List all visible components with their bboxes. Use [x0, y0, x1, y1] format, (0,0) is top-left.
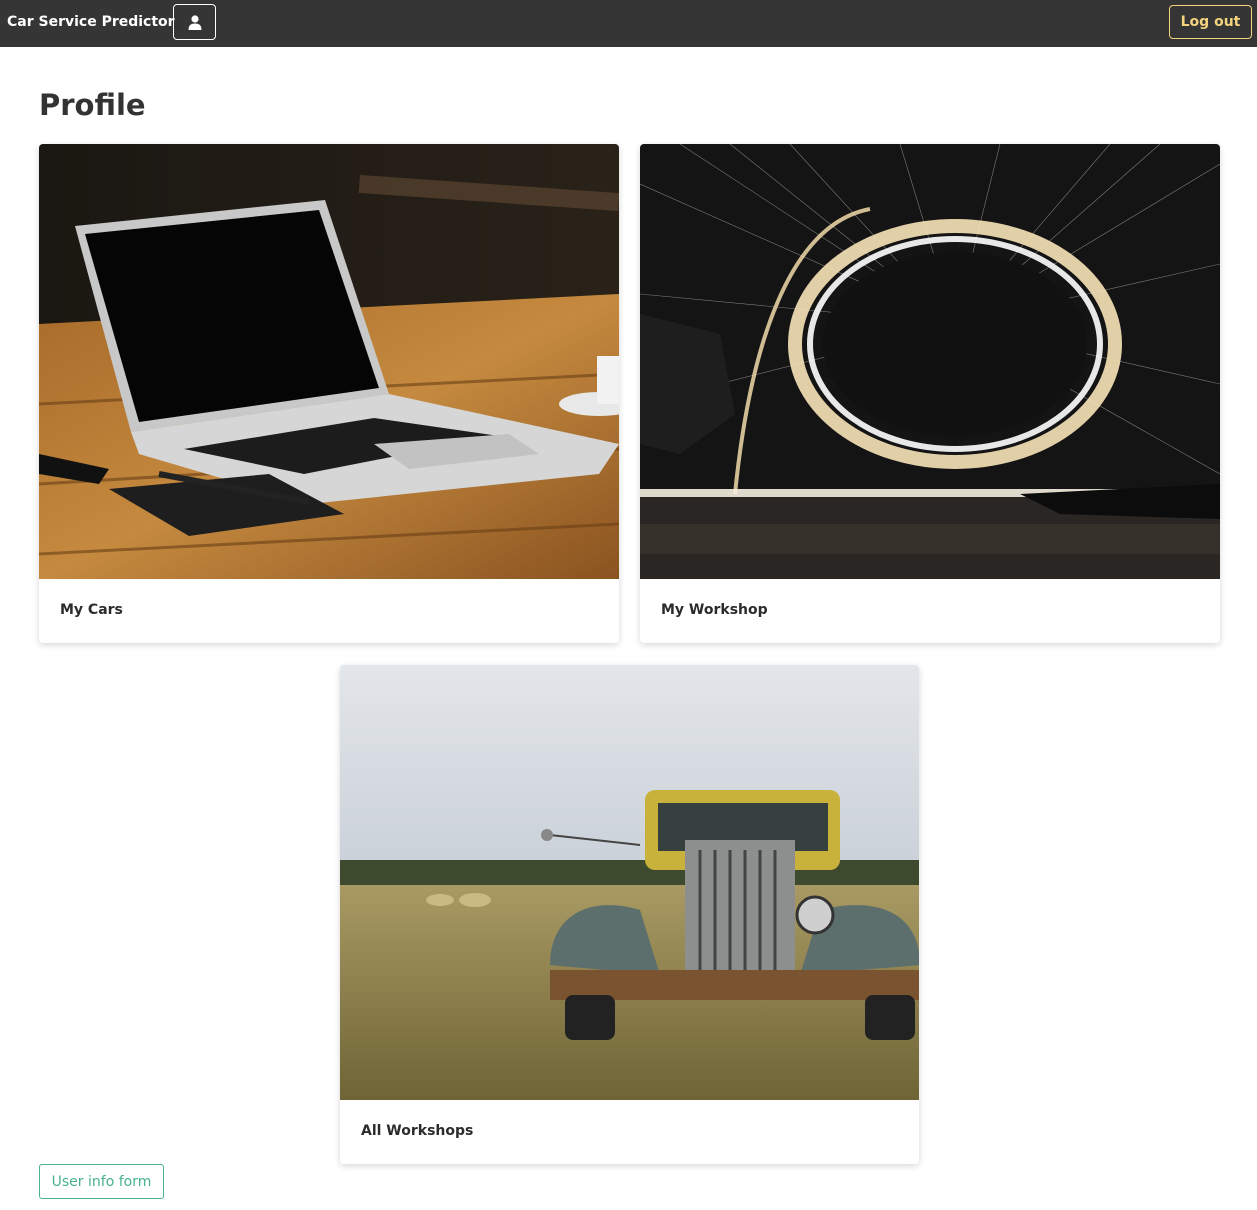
sparks-light-circle-photo: [640, 144, 1220, 579]
all-workshops-card[interactable]: All Workshops: [340, 665, 919, 1164]
top-navbar: Car Service Predictor Log out: [0, 0, 1257, 47]
my-cars-card[interactable]: My Cars: [39, 144, 619, 643]
rusty-old-truck-photo: [340, 665, 919, 1100]
logout-button[interactable]: Log out: [1169, 5, 1252, 39]
my-cars-label: My Cars: [60, 602, 123, 618]
laptop-on-table-photo: [39, 144, 619, 579]
page-title: Profile: [39, 88, 146, 122]
all-workshops-label: All Workshops: [361, 1123, 474, 1139]
my-workshop-card[interactable]: My Workshop: [640, 144, 1220, 643]
my-workshop-label: My Workshop: [661, 602, 768, 618]
user-profile-button[interactable]: [173, 4, 216, 40]
user-info-form-button[interactable]: User info form: [39, 1164, 164, 1199]
user-icon: [188, 14, 201, 30]
brand-title[interactable]: Car Service Predictor: [7, 14, 175, 30]
